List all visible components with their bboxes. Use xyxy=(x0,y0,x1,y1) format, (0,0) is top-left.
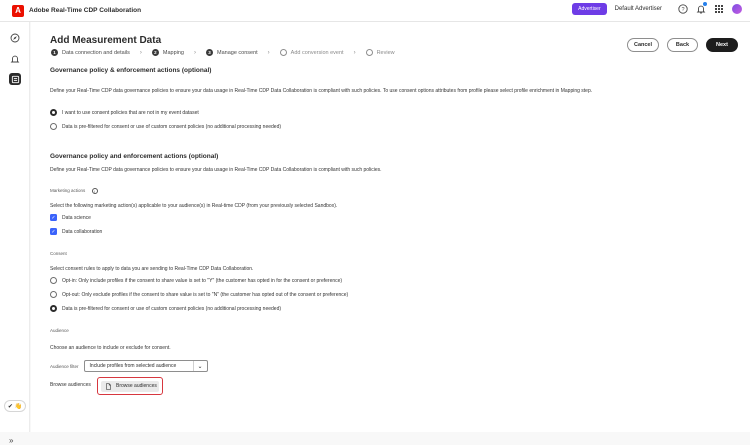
audience-label: Audience xyxy=(50,328,69,333)
chevron-right-icon: › xyxy=(267,49,270,56)
step-number: 3 xyxy=(206,49,213,56)
chevron-right-icon: › xyxy=(139,49,142,56)
step-label: Data connection and details xyxy=(62,49,130,56)
stepper: 1 Data connection and details › 2 Mappin… xyxy=(51,49,395,56)
browse-audiences-inner[interactable]: Browse audiences xyxy=(101,380,159,392)
info-icon[interactable]: i xyxy=(91,188,98,194)
step-number: 2 xyxy=(151,49,159,56)
marketing-actions-text: Marketing actions xyxy=(50,188,86,194)
audience-filter-row: Audience filter Include profiles from se… xyxy=(50,360,208,372)
step-circle-icon xyxy=(279,49,287,56)
step-number: 1 xyxy=(51,49,58,56)
chevron-right-icon: › xyxy=(194,49,196,56)
radio-button[interactable] xyxy=(50,277,57,284)
assistant-pill[interactable]: ✔ 👋 xyxy=(4,400,26,412)
section-description: Define your Real-Time CDP data governanc… xyxy=(50,167,382,173)
data-science-checkbox[interactable]: ✓ Data science xyxy=(50,214,91,221)
checkbox-checked-icon[interactable]: ✓ xyxy=(50,228,57,235)
role-badge[interactable]: Advertiser xyxy=(572,3,607,15)
step-label: Mapping xyxy=(162,49,184,56)
audiences-icon[interactable] xyxy=(9,73,21,85)
chevron-right-icon: › xyxy=(353,49,356,56)
prefiltered-option[interactable]: Data is pre-filtered for consent or use … xyxy=(50,123,281,130)
option-label: I want to use consent policies that are … xyxy=(62,109,199,116)
checkbox-checked-icon[interactable]: ✓ xyxy=(50,214,57,221)
back-button[interactable]: Back xyxy=(667,38,698,52)
top-bar-actions: Advertiser Default Advertiser ? xyxy=(572,2,742,15)
header-actions: Cancel Back Next xyxy=(627,38,738,52)
cancel-button[interactable]: Cancel xyxy=(627,38,659,52)
radio-button[interactable] xyxy=(50,291,57,298)
main-panel: Add Measurement Data 1 Data connection a… xyxy=(31,22,750,432)
expand-rail-icon[interactable]: » xyxy=(9,436,13,445)
adobe-logo-icon[interactable]: A xyxy=(12,4,24,17)
option-label: Opt-out: Only exclude profiles if the co… xyxy=(62,291,349,298)
consent-description: Select consent rules to apply to data yo… xyxy=(50,266,254,272)
bell-icon[interactable] xyxy=(696,2,707,14)
section-description: Define your Real-Time CDP data governanc… xyxy=(50,88,593,94)
data-collaboration-checkbox[interactable]: ✓ Data collaboration xyxy=(50,228,102,235)
next-button[interactable]: Next xyxy=(706,38,738,52)
opt-out-option[interactable]: Opt-out: Only exclude profiles if the co… xyxy=(50,291,348,298)
top-bar: A Adobe Real-Time CDP Collaboration Adve… xyxy=(0,0,750,22)
step-label: Add conversion event xyxy=(290,49,344,56)
step-manage-consent[interactable]: 3 Manage consent xyxy=(206,49,258,56)
help-icon[interactable]: ? xyxy=(678,4,688,14)
step-label: Manage consent xyxy=(217,49,258,56)
browse-audiences-label: Browse audiences xyxy=(50,382,91,388)
page-title: Add Measurement Data xyxy=(50,35,162,46)
section-heading: Governance policy & enforcement actions … xyxy=(50,67,212,74)
apps-grid-icon[interactable] xyxy=(714,4,724,14)
svg-text:?: ? xyxy=(681,7,684,13)
radio-button[interactable] xyxy=(50,123,57,130)
opt-in-option[interactable]: Opt-in: Only include profiles if the con… xyxy=(50,277,342,284)
notification-dot xyxy=(703,2,707,6)
step-data-connection[interactable]: 1 Data connection and details xyxy=(51,49,130,56)
option-label: Data science xyxy=(62,214,91,221)
consent-policy-option[interactable]: I want to use consent policies that are … xyxy=(50,109,199,116)
marketing-actions-description: Select the following marketing action(s)… xyxy=(50,203,338,209)
avatar[interactable] xyxy=(732,4,742,14)
step-mapping[interactable]: 2 Mapping xyxy=(151,49,184,56)
option-label: Opt-in: Only include profiles if the con… xyxy=(62,277,343,284)
step-circle-icon xyxy=(365,49,373,56)
document-icon xyxy=(106,382,111,390)
consent-label: Consent xyxy=(50,251,67,256)
step-review[interactable]: Review xyxy=(365,49,395,56)
radio-button[interactable] xyxy=(50,109,57,116)
prefiltered-consent-option[interactable]: Data is pre-filtered for consent or use … xyxy=(50,305,281,312)
org-switcher[interactable]: Default Advertiser xyxy=(615,6,662,12)
step-label: Review xyxy=(376,49,395,56)
option-label: Data is pre-filtered for consent or use … xyxy=(62,305,282,312)
side-rail: ✔ 👋 » xyxy=(0,22,30,445)
chevron-down-icon[interactable]: ⌄ xyxy=(192,361,207,371)
app-title: Adobe Real-Time CDP Collaboration xyxy=(29,7,142,14)
section-heading: Governance policy and enforcement action… xyxy=(50,153,219,160)
option-label: Data collaboration xyxy=(62,228,103,235)
audience-filter-select[interactable]: Include profiles from selected audience … xyxy=(83,360,208,372)
compass-icon[interactable] xyxy=(9,32,21,44)
radio-button[interactable] xyxy=(50,305,57,312)
bell-outline-icon[interactable] xyxy=(9,53,21,65)
marketing-actions-label: Marketing actions i xyxy=(50,188,98,194)
browse-audiences-button[interactable]: Browse audiences xyxy=(97,377,163,395)
step-add-conversion-event[interactable]: Add conversion event xyxy=(279,49,344,56)
option-label: Data is pre-filtered for consent or use … xyxy=(62,123,282,130)
audience-filter-label: Audience filter xyxy=(50,363,79,369)
browse-button-label: Browse audiences xyxy=(116,383,157,389)
select-value: Include profiles from selected audience xyxy=(89,363,177,369)
audience-description: Choose an audience to include or exclude… xyxy=(50,345,171,351)
